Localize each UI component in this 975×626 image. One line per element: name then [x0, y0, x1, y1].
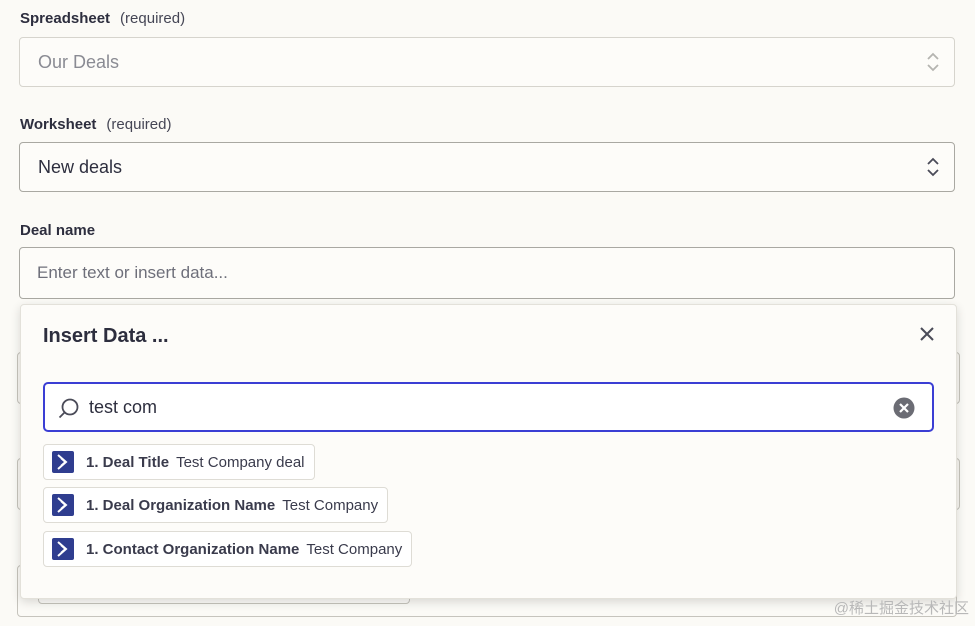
search-input[interactable] [89, 394, 869, 420]
result-value: Test Company [306, 540, 403, 558]
required-marker: (required) [120, 10, 186, 27]
popup-title: Insert Data ... [43, 325, 169, 347]
close-icon[interactable] [918, 325, 936, 343]
result-value: Test Company deal [176, 453, 305, 471]
result-key: 1. Deal Title [86, 453, 170, 471]
spreadsheet-select[interactable]: Our Deals [19, 37, 955, 87]
result-item[interactable]: 1. Contact Organization Name Test Compan… [43, 531, 413, 567]
search-field[interactable] [43, 382, 934, 432]
clear-search-icon[interactable] [893, 397, 915, 419]
insert-data-popup: Insert Data ... 1. Deal Title Test Compa… [20, 304, 957, 599]
required-marker: (required) [106, 116, 172, 133]
pipedrive-app-icon [52, 538, 74, 560]
spreadsheet-label-text: Spreadsheet [20, 10, 111, 27]
worksheet-select[interactable]: New deals [19, 142, 955, 192]
deal-name-label: Deal name [20, 222, 96, 239]
spreadsheet-label: Spreadsheet (required) [20, 10, 185, 27]
pipedrive-app-icon [52, 451, 74, 473]
pipedrive-app-icon [52, 494, 74, 516]
result-key: 1. Deal Organization Name [86, 496, 276, 514]
deal-name-placeholder: Enter text or insert data... [37, 263, 228, 282]
chevron-up-down-icon [927, 52, 939, 72]
watermark: @稀土掘金技术社区 [833, 600, 969, 617]
search-icon [58, 398, 79, 419]
worksheet-value: New deals [38, 157, 123, 177]
result-item[interactable]: 1. Deal Title Test Company deal [43, 444, 315, 480]
worksheet-label: Worksheet (required) [20, 116, 171, 133]
result-key: 1. Contact Organization Name [86, 540, 300, 558]
chevron-up-down-icon [927, 157, 939, 177]
worksheet-label-text: Worksheet [20, 116, 97, 133]
result-value: Test Company [282, 496, 379, 514]
deal-name-input[interactable]: Enter text or insert data... [19, 247, 955, 299]
result-item[interactable]: 1. Deal Organization Name Test Company [43, 487, 389, 523]
spreadsheet-value: Our Deals [38, 52, 120, 72]
